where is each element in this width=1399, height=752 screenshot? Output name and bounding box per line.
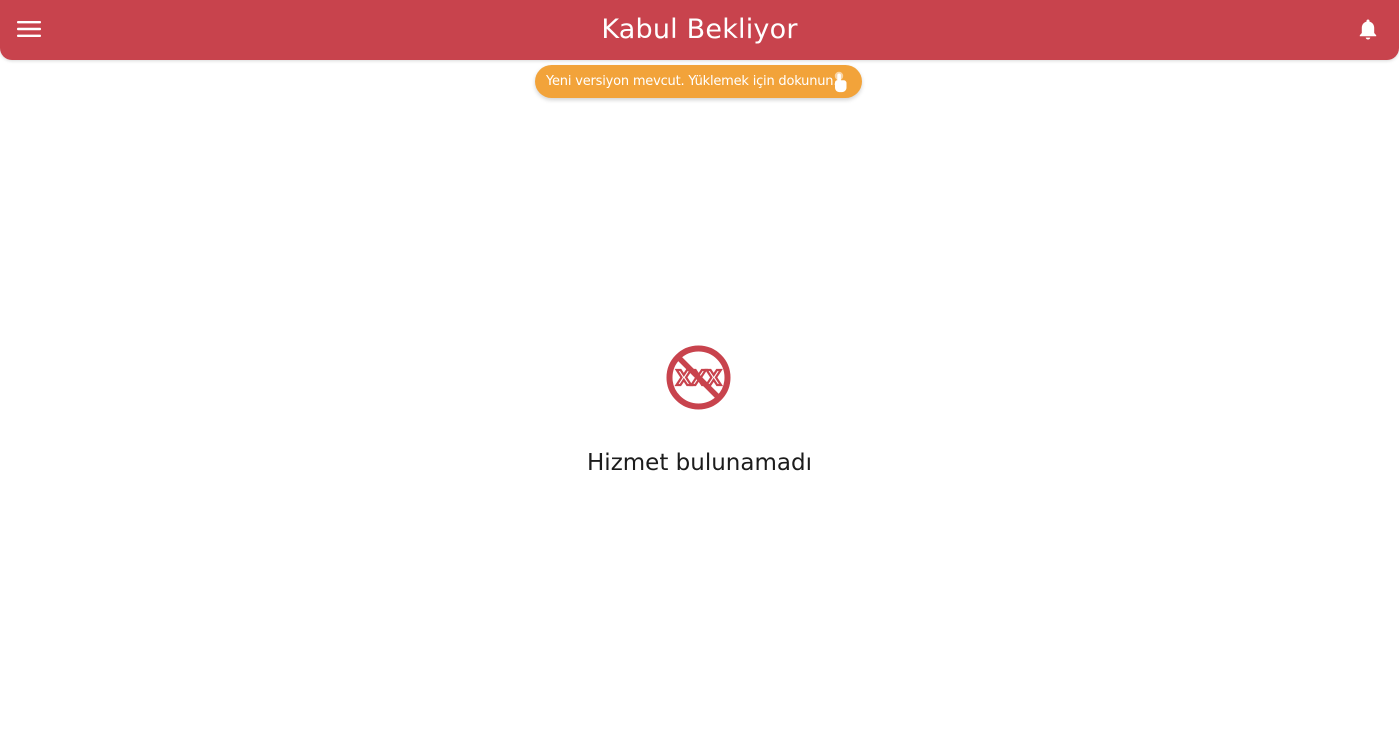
empty-state-message: Hizmet bulunamadı — [587, 450, 812, 476]
tap-hand-icon — [834, 71, 847, 93]
no-service-icon-label: XXX — [676, 366, 722, 390]
no-service-icon: XXX — [666, 345, 731, 410]
app-header: Kabul Bekliyor — [0, 0, 1399, 60]
update-banner-text: Yeni versiyon mevcut. Yüklemek için doku… — [546, 74, 846, 89]
app-root: Kabul Bekliyor Yeni versiyon mevcut. Yük… — [0, 0, 1399, 752]
bell-icon — [1359, 19, 1377, 39]
update-available-banner[interactable]: Yeni versiyon mevcut. Yüklemek için doku… — [535, 65, 862, 98]
notifications-button[interactable] — [1351, 12, 1385, 46]
page-title: Kabul Bekliyor — [601, 14, 798, 45]
